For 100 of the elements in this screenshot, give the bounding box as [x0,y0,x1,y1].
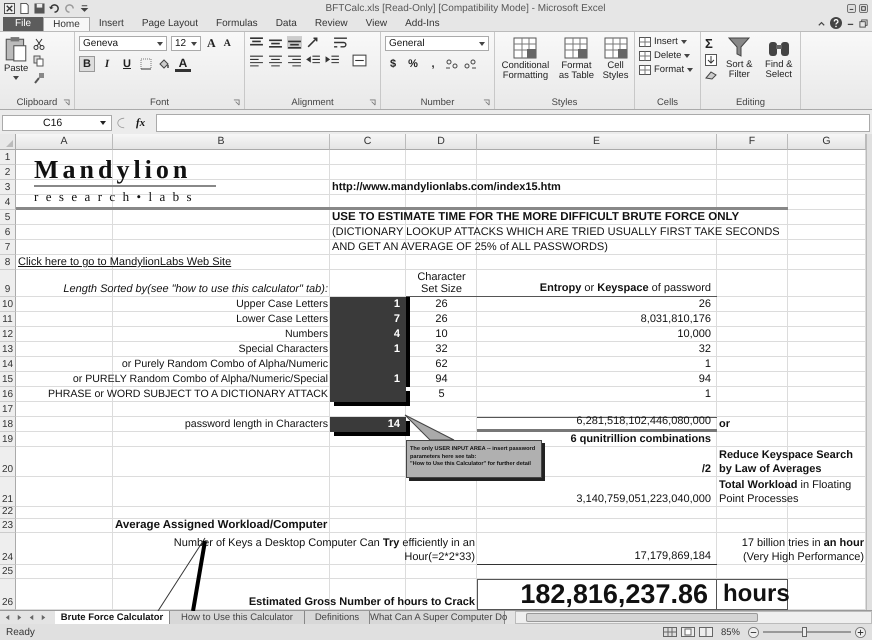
vertical-scrollbar[interactable] [866,134,872,610]
undo-icon[interactable] [49,2,60,14]
zoom-level[interactable]: 85% [720,626,740,638]
column-header[interactable]: G [788,134,866,150]
currency-button[interactable]: $ [385,56,401,72]
column-header[interactable]: E [477,134,717,150]
comma-button[interactable]: , [425,56,441,72]
borders-icon[interactable] [139,58,153,70]
formula-input[interactable] [156,114,870,132]
align-bottom-icon[interactable] [287,36,302,49]
restore-icon[interactable] [859,18,868,28]
merge-icon[interactable] [352,54,367,67]
increase-decimal-icon[interactable] [445,58,459,70]
cells-button[interactable]: Insert [639,36,696,47]
row-header[interactable]: 11 [0,312,16,327]
align-left-icon[interactable] [249,54,264,67]
zoom-thumb[interactable] [802,627,808,637]
insert-function-button[interactable]: fx [130,116,152,128]
row-header[interactable]: 2 [0,165,16,180]
brush-icon[interactable] [33,72,46,84]
row-header[interactable]: 13 [0,342,16,357]
row-header[interactable]: 26 [0,579,16,610]
font-name-field[interactable]: Geneva [79,36,167,51]
autosum-button[interactable]: Σ [705,36,717,51]
sheet-tab[interactable]: How to Use this Calculator [170,611,305,624]
launcher-icon[interactable] [369,99,376,106]
customize-icon[interactable] [79,2,90,14]
ribbon-tab[interactable]: File [3,17,44,31]
row-header[interactable]: 4 [0,195,16,210]
name-box[interactable]: C16 [2,114,112,130]
grow-font-button[interactable]: A [205,36,218,51]
spreadsheet-icon[interactable] [4,2,15,14]
number-format-field[interactable]: General [385,36,489,51]
sheet-tab[interactable]: Definitions [305,611,370,624]
row-header[interactable]: 17 [0,402,16,417]
help-icon[interactable] [830,17,842,29]
column-header[interactable]: C [330,134,406,150]
row-header[interactable]: 25 [0,565,16,579]
minimize-icon[interactable] [847,4,856,12]
row-header[interactable]: 5 [0,210,16,225]
horizontal-scrollbar[interactable] [515,611,872,624]
ribbon-tab[interactable]: Home [43,17,90,31]
row-header[interactable]: 21 [0,477,16,507]
column-header[interactable]: D [406,134,477,150]
cells-button[interactable]: Delete [639,50,696,61]
row-header[interactable]: 6 [0,225,16,240]
font-size-field[interactable]: 12 [171,36,201,51]
new-document-icon[interactable] [19,2,30,14]
decrease-decimal-icon[interactable] [463,58,477,70]
row-header[interactable]: 1 [0,150,16,165]
fill-down-icon[interactable] [705,54,717,66]
eraser-icon[interactable] [705,69,717,81]
row-header[interactable]: 16 [0,387,16,402]
styles-button[interactable]: Conditional Formatting [499,36,552,96]
font-color-button[interactable]: A [175,56,191,72]
resize-handle-icon[interactable] [117,116,125,130]
ribbon-tab[interactable]: Data [266,17,306,31]
ribbon-tab[interactable]: Page Layout [132,17,207,31]
page-break-icon[interactable] [698,627,713,637]
maximize-icon[interactable] [859,4,868,12]
row-header[interactable]: 12 [0,327,16,342]
row-header[interactable]: 15 [0,372,16,387]
row-header[interactable]: 24 [0,533,16,565]
percent-button[interactable]: % [405,56,421,72]
sheet-tab[interactable]: Brute Force Calculator [55,611,170,624]
ribbon-tab[interactable]: Formulas [207,17,267,31]
row-header[interactable]: 19 [0,432,16,447]
ribbon-tab[interactable]: Insert [90,17,133,31]
copy-icon[interactable] [33,55,46,67]
bold-button[interactable]: B [79,56,95,72]
wrap-text-icon[interactable] [333,36,348,49]
align-right-icon[interactable] [287,54,302,67]
normal-view-icon[interactable] [662,627,677,637]
scissors-icon[interactable] [33,38,46,50]
row-header[interactable]: 22 [0,507,16,519]
zoom-out-icon[interactable] [748,626,759,638]
website-link[interactable]: Click here to go to MandylionLabs Web Site [18,256,232,269]
row-header[interactable]: 14 [0,357,16,372]
page-layout-icon[interactable] [680,627,695,637]
launcher-icon[interactable] [483,99,490,106]
column-header[interactable]: A [16,134,113,150]
row-header[interactable]: 20 [0,447,16,477]
styles-button[interactable]: Format as Table [556,36,596,96]
save-icon[interactable] [34,2,45,14]
row-header[interactable]: 23 [0,519,16,533]
ribbon-tab[interactable]: Add-Ins [396,17,449,31]
row-header[interactable]: 7 [0,240,16,255]
fill-bucket-icon[interactable] [157,58,171,70]
row-header[interactable]: 10 [0,297,16,312]
launcher-icon[interactable] [233,99,240,106]
ribbon-tab[interactable]: Review [306,17,357,31]
zoom-in-icon[interactable] [855,626,866,638]
editing-button[interactable]: Find & Select [762,36,796,96]
align-center-icon[interactable] [268,54,283,67]
styles-button[interactable]: Cell Styles [601,36,630,96]
row-header[interactable]: 18 [0,417,16,432]
underline-button[interactable]: U [119,56,135,72]
ribbon-tab[interactable]: View [356,17,396,31]
sheet-tab[interactable]: What Can A Super Computer Do [370,611,505,624]
row-header[interactable]: 8 [0,255,16,270]
